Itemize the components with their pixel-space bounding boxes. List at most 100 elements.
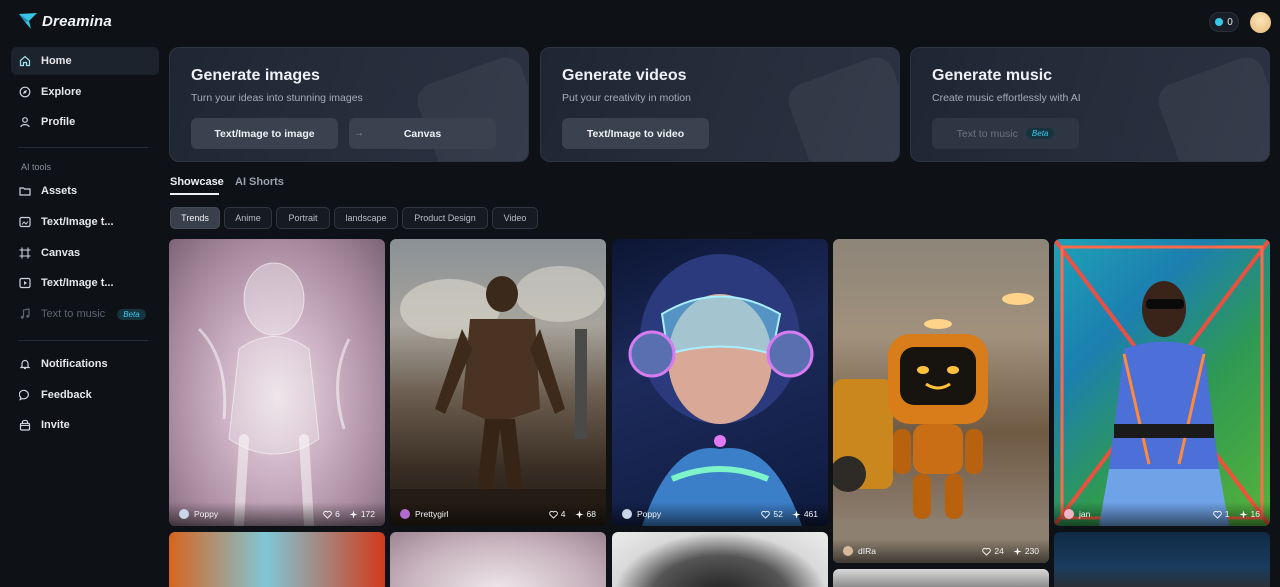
tab-ai-shorts[interactable]: AI Shorts <box>235 176 284 188</box>
creator-name[interactable]: Poppy <box>194 509 218 519</box>
filter-landscape[interactable]: landscape <box>334 207 398 229</box>
folder-icon <box>19 187 31 196</box>
heart-icon[interactable] <box>1213 510 1222 519</box>
credit-icon <box>1215 18 1224 26</box>
generate-videos-card: Generate videos Put your creativity in m… <box>540 47 900 162</box>
creator-name[interactable]: jan <box>1079 509 1090 519</box>
gallery-tile[interactable]: Poppy 6 172 <box>169 239 385 526</box>
card-subtitle: Turn your ideas into stunning images <box>191 92 363 104</box>
creator-avatar[interactable] <box>843 546 853 556</box>
generate-images-card: Generate images Turn your ideas into stu… <box>169 47 529 162</box>
beta-badge: Beta <box>117 308 146 320</box>
canvas-icon <box>19 247 31 259</box>
gallery-tile[interactable] <box>833 569 1049 587</box>
gallery-tile[interactable]: Poppy 52 461 <box>612 239 828 526</box>
text-image-to-image-button[interactable]: Text/Image to image <box>191 118 338 149</box>
cyber-girl-image <box>628 254 814 526</box>
filter-trends[interactable]: Trends <box>170 207 220 229</box>
sidebar-divider <box>18 147 148 148</box>
sidebar-item-text-image-to-image[interactable]: Text/Image t... <box>11 208 159 236</box>
use-count: 68 <box>586 509 596 519</box>
filter-product-design[interactable]: Product Design <box>402 207 488 229</box>
sparkle-icon <box>1238 509 1248 519</box>
generate-music-card: Generate music Create music effortlessly… <box>910 47 1270 162</box>
chat-icon <box>19 389 29 401</box>
glass-figure-image <box>197 262 351 526</box>
creator-avatar[interactable] <box>1064 509 1074 519</box>
like-count: 1 <box>1224 509 1230 519</box>
neon-fashion-image <box>1054 239 1270 526</box>
filter-anime[interactable]: Anime <box>224 207 272 229</box>
gallery-tile[interactable] <box>1054 532 1270 587</box>
heart-icon[interactable] <box>982 547 992 556</box>
credits-badge[interactable]: 0 <box>1209 12 1239 32</box>
user-icon <box>20 117 30 128</box>
tile-footer: Poppy 6 172 <box>169 502 385 526</box>
sidebar-item-text-to-music[interactable]: Text to music Beta <box>11 300 159 328</box>
gallery-tile[interactable]: Prettygirl 4 68 <box>390 239 606 526</box>
use-count: 461 <box>803 509 818 519</box>
canvas-button[interactable]: → Canvas <box>349 118 496 149</box>
bell-icon <box>19 359 31 370</box>
gallery-tile[interactable]: jan 1 16 <box>1054 239 1270 526</box>
tab-showcase[interactable]: Showcase <box>170 176 224 188</box>
home-icon <box>19 55 31 67</box>
use-count: 172 <box>360 509 375 519</box>
text-to-music-button[interactable]: Text to music Beta <box>932 118 1079 149</box>
like-count: 6 <box>335 509 340 519</box>
user-avatar[interactable] <box>1250 12 1271 33</box>
creator-avatar[interactable] <box>179 509 189 519</box>
like-count: 52 <box>773 509 783 519</box>
sidebar-item-assets[interactable]: Assets <box>11 177 159 205</box>
card-title: Generate images <box>191 67 320 84</box>
heart-icon[interactable] <box>549 510 558 519</box>
gallery-tile[interactable] <box>612 532 828 587</box>
sparkle-icon <box>574 509 584 519</box>
sidebar-item-profile[interactable]: Profile <box>11 108 159 136</box>
filter-video[interactable]: Video <box>492 207 538 229</box>
creator-avatar[interactable] <box>400 509 410 519</box>
tile-footer: jan 1 16 <box>1054 502 1270 526</box>
creator-name[interactable]: Prettygirl <box>415 509 449 519</box>
tile-footer: Prettygirl 4 68 <box>390 502 606 526</box>
use-count: 230 <box>1024 546 1039 556</box>
cute-robot-image <box>833 293 1049 563</box>
filter-portrait[interactable]: Portrait <box>276 207 330 229</box>
card-decoration <box>783 52 899 161</box>
use-count: 16 <box>1250 509 1260 519</box>
sidebar-item-invite[interactable]: Invite <box>11 411 159 439</box>
card-title: Generate videos <box>562 67 687 84</box>
sparkle-icon <box>349 509 358 519</box>
video-icon <box>19 277 31 289</box>
active-tab-indicator <box>170 193 219 195</box>
like-count: 4 <box>560 509 566 519</box>
creator-avatar[interactable] <box>622 509 632 519</box>
tile-footer: Poppy 52 461 <box>612 502 828 526</box>
creator-name[interactable]: dIRa <box>858 546 876 556</box>
sidebar-item-text-image-to-video[interactable]: Text/Image t... <box>11 269 159 297</box>
sidebar-divider <box>18 340 148 341</box>
card-subtitle: Put your creativity in motion <box>562 92 691 104</box>
gallery-tile[interactable]: dIRa 24 230 <box>833 239 1049 563</box>
sidebar-item-notifications[interactable]: Notifications <box>11 350 159 378</box>
app-window: Dreamina 0 Home Explore Profile AI tools… <box>0 0 1280 587</box>
tile-footer: dIRa 24 230 <box>833 539 1049 563</box>
heart-icon[interactable] <box>761 510 771 519</box>
gallery-tile[interactable] <box>390 532 606 587</box>
sidebar-item-explore[interactable]: Explore <box>11 78 159 106</box>
sidebar-item-home[interactable]: Home <box>11 47 159 75</box>
heart-icon[interactable] <box>323 510 332 519</box>
compass-icon <box>19 86 31 98</box>
text-image-to-video-button[interactable]: Text/Image to video <box>562 118 709 149</box>
sidebar-item-feedback[interactable]: Feedback <box>11 381 159 409</box>
ai-tools-label: AI tools <box>21 162 52 172</box>
image-edit-icon <box>19 216 31 228</box>
sidebar: Home Explore Profile AI tools Assets Tex… <box>0 0 166 587</box>
gift-icon <box>19 419 31 431</box>
card-subtitle: Create music effortlessly with AI <box>932 92 1081 104</box>
card-title: Generate music <box>932 67 1053 84</box>
creator-name[interactable]: Poppy <box>637 509 661 519</box>
gallery-tile[interactable] <box>169 532 385 587</box>
sidebar-item-canvas[interactable]: Canvas <box>11 239 159 267</box>
beta-badge: Beta <box>1025 128 1055 139</box>
